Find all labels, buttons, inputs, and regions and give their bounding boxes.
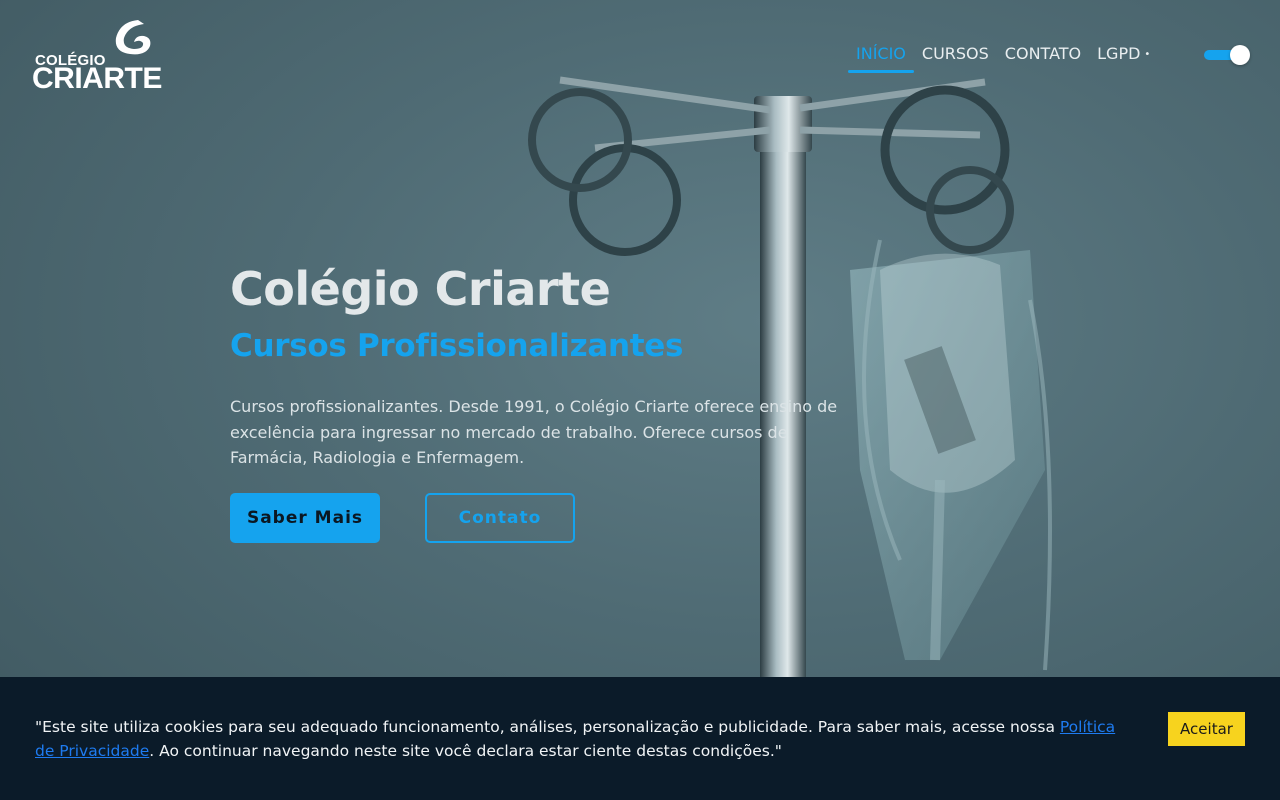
hero-description: Cursos profissionalizantes. Desde 1991, … [230,397,838,467]
theme-toggle[interactable] [1204,44,1252,66]
cookie-consent-bar: "Este site utiliza cookies para seu adeq… [0,677,1280,800]
logo-swirl-icon [115,20,151,55]
cookie-text-after: . Ao continuar navegando neste site você… [149,742,782,760]
cookie-text-before: "Este site utiliza cookies para seu adeq… [35,718,1060,736]
saber-mais-button[interactable]: Saber Mais [230,493,380,543]
contato-button[interactable]: Contato [425,493,575,543]
nav-item-label: CONTATO [1004,44,1082,63]
nav-item-contato[interactable]: CONTATO [997,42,1089,73]
nav-item-label: CURSOS [921,44,989,63]
brand-logo[interactable]: COLÉGIO CRIARTE [32,16,162,98]
nav-item-inicio[interactable]: INÍCIO [848,42,914,73]
nav-item-label: LGPD [1097,44,1141,63]
nav-item-cursos[interactable]: CURSOS [914,42,997,73]
accept-cookies-button[interactable]: Aceitar [1168,712,1245,746]
dropdown-dot-icon: • [1144,49,1151,60]
logo-line2: CRIARTE [32,62,162,95]
hero-title: Colégio Criarte [230,262,611,316]
main-nav: INÍCIO CURSOS CONTATO LGPD • [848,42,1158,73]
hero-subtitle: Cursos Profissionalizantes [230,328,684,364]
cookie-message: "Este site utiliza cookies para seu adeq… [35,715,1135,763]
toggle-knob [1230,45,1250,65]
nav-item-lgpd[interactable]: LGPD • [1089,42,1158,73]
nav-item-label: INÍCIO [856,44,906,63]
